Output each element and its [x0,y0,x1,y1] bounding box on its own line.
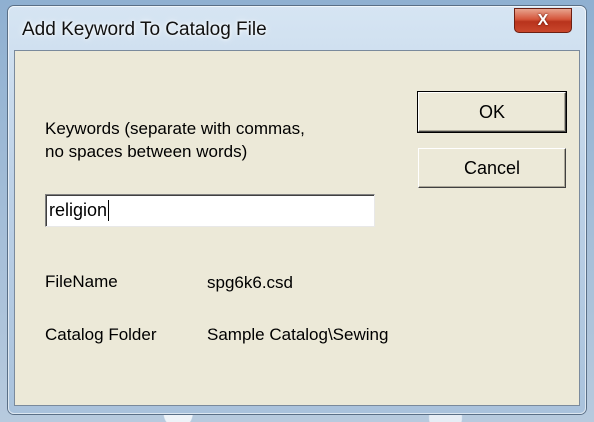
ok-button[interactable]: OK [417,91,567,133]
filename-value: spg6k6.csd [207,273,293,292]
dialog-title: Add Keyword To Catalog File [22,19,267,40]
dialog-client-area: Keywords (separate with commas, no space… [14,50,580,406]
keywords-label-line2: no spaces between words) [45,142,248,161]
catalog-folder-label: Catalog Folder [45,325,157,344]
keywords-input[interactable]: religion [45,194,375,227]
text-caret [108,200,110,221]
close-icon: X [537,11,549,29]
keywords-label-line1: Keywords (separate with commas, [45,119,305,138]
cancel-button[interactable]: Cancel [418,148,566,188]
close-button[interactable]: X [514,8,572,33]
title-bar[interactable]: Add Keyword To Catalog File X [8,6,586,50]
keywords-input-value: religion [49,200,108,220]
catalog-folder-value: Sample Catalog\Sewing [207,325,389,344]
keywords-label: Keywords (separate with commas, no space… [45,117,305,163]
dialog-window: Add Keyword To Catalog File X Keywords (… [8,6,586,414]
filename-label: FileName [45,272,118,291]
